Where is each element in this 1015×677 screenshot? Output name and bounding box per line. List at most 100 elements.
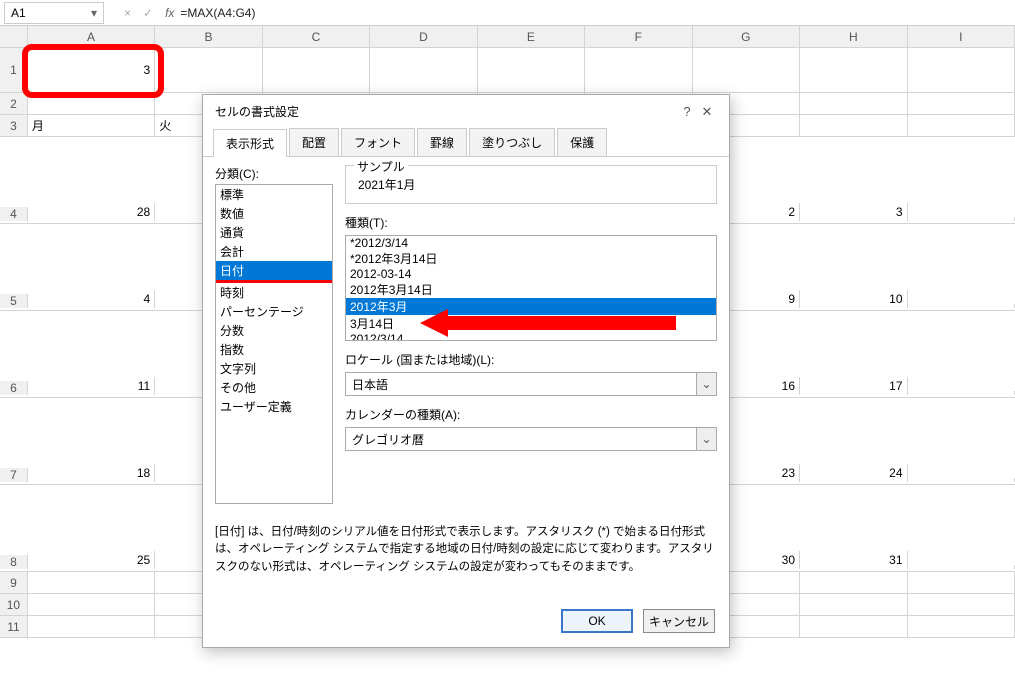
- cell-A3[interactable]: 月: [28, 115, 155, 136]
- tab-font[interactable]: フォント: [341, 128, 415, 156]
- tab-number-format[interactable]: 表示形式: [213, 129, 287, 157]
- formula-controls: × ✓ fx: [124, 6, 174, 20]
- column-headers: A B C D E F G H I: [0, 26, 1015, 48]
- tab-alignment[interactable]: 配置: [289, 128, 339, 156]
- formula-bar: A1 ▾ × ✓ fx =MAX(A4:G4): [0, 0, 1015, 26]
- cell-G1[interactable]: [693, 48, 800, 92]
- category-label: 分類(C):: [215, 165, 333, 182]
- dialog-help-icon[interactable]: ?: [677, 104, 697, 119]
- col-header-H[interactable]: H: [800, 26, 907, 47]
- col-header-G[interactable]: G: [693, 26, 800, 47]
- cancel-formula-icon[interactable]: ×: [124, 6, 131, 20]
- category-item-scientific[interactable]: 指数: [216, 340, 332, 359]
- cell-H1[interactable]: [800, 48, 907, 92]
- row-header-5[interactable]: 5: [0, 294, 28, 308]
- cell-D1[interactable]: [370, 48, 477, 92]
- cell-H6[interactable]: 17: [800, 377, 907, 395]
- category-item-standard[interactable]: 標準: [216, 185, 332, 204]
- calendar-label: カレンダーの種類(A):: [345, 406, 717, 423]
- row-header-4[interactable]: 4: [0, 207, 28, 221]
- cell-H4[interactable]: 3: [800, 203, 907, 221]
- row-header-9[interactable]: 9: [0, 572, 28, 593]
- dropdown-chevron-icon[interactable]: ⌄: [696, 373, 716, 395]
- cell-A6[interactable]: 11: [28, 377, 155, 395]
- col-header-F[interactable]: F: [585, 26, 692, 47]
- calendar-dropdown[interactable]: グレゴリオ暦 ⌄: [345, 427, 717, 451]
- cell-H5[interactable]: 10: [800, 290, 907, 308]
- type-item-6[interactable]: 2012/3/14: [346, 332, 716, 341]
- name-box[interactable]: A1 ▾: [4, 2, 104, 24]
- category-item-text[interactable]: 文字列: [216, 359, 332, 378]
- col-header-B[interactable]: B: [155, 26, 262, 47]
- row-header-8[interactable]: 8: [0, 555, 28, 569]
- cell-H8[interactable]: 31: [800, 551, 907, 569]
- col-header-E[interactable]: E: [478, 26, 585, 47]
- cell-A4[interactable]: 28: [28, 203, 155, 221]
- tab-border[interactable]: 罫線: [417, 128, 467, 156]
- category-item-currency[interactable]: 通貨: [216, 223, 332, 242]
- col-header-A[interactable]: A: [28, 26, 155, 47]
- type-list[interactable]: *2012/3/14 *2012年3月14日 2012-03-14 2012年3…: [345, 235, 717, 341]
- category-item-number[interactable]: 数値: [216, 204, 332, 223]
- row-header-10[interactable]: 10: [0, 594, 28, 615]
- type-item-3[interactable]: 2012年3月14日: [346, 281, 716, 298]
- row-header-3[interactable]: 3: [0, 115, 28, 136]
- category-item-percentage[interactable]: パーセンテージ: [216, 302, 332, 321]
- cell-A1[interactable]: 3: [28, 48, 155, 92]
- tab-fill[interactable]: 塗りつぶし: [469, 128, 555, 156]
- cell-A2[interactable]: [28, 93, 155, 114]
- category-list[interactable]: 標準 数値 通貨 会計 日付 時刻 パーセンテージ 分数 指数 文字列 その他 …: [215, 184, 333, 504]
- cell-B1[interactable]: [155, 48, 262, 92]
- row-header-11[interactable]: 11: [0, 616, 28, 637]
- category-item-accounting[interactable]: 会計: [216, 242, 332, 261]
- cell-A5[interactable]: 4: [28, 290, 155, 308]
- sample-label: サンプル: [354, 158, 408, 175]
- sample-group: サンプル 2021年1月: [345, 165, 717, 204]
- cell-I1[interactable]: [908, 48, 1015, 92]
- cell-A7[interactable]: 18: [28, 464, 155, 482]
- tab-protection[interactable]: 保護: [557, 128, 607, 156]
- col-header-D[interactable]: D: [370, 26, 477, 47]
- type-item-2[interactable]: 2012-03-14: [346, 267, 716, 281]
- fx-icon[interactable]: fx: [165, 6, 174, 20]
- dropdown-chevron-icon[interactable]: ⌄: [696, 428, 716, 450]
- category-item-fraction[interactable]: 分数: [216, 321, 332, 340]
- row-header-2[interactable]: 2: [0, 93, 28, 114]
- type-item-4[interactable]: 2012年3月: [346, 298, 716, 315]
- cell-F1[interactable]: [585, 48, 692, 92]
- locale-dropdown[interactable]: 日本語 ⌄: [345, 372, 717, 396]
- category-item-time[interactable]: 時刻: [216, 283, 332, 302]
- locale-value: 日本語: [346, 373, 696, 395]
- cancel-button[interactable]: キャンセル: [643, 609, 715, 633]
- type-item-1[interactable]: *2012年3月14日: [346, 250, 716, 267]
- name-box-value: A1: [11, 6, 26, 20]
- category-item-custom[interactable]: ユーザー定義: [216, 397, 332, 416]
- format-cells-dialog: セルの書式設定 ? ✕ 表示形式 配置 フォント 罫線 塗りつぶし 保護 分類(…: [202, 94, 730, 648]
- confirm-formula-icon[interactable]: ✓: [143, 6, 153, 20]
- dialog-tabs: 表示形式 配置 フォント 罫線 塗りつぶし 保護: [203, 128, 729, 157]
- category-item-special[interactable]: その他: [216, 378, 332, 397]
- ok-button[interactable]: OK: [561, 609, 633, 633]
- calendar-value: グレゴリオ暦: [346, 428, 696, 450]
- dialog-close-icon[interactable]: ✕: [697, 104, 717, 120]
- name-box-dropdown-icon[interactable]: ▾: [91, 6, 97, 20]
- col-header-C[interactable]: C: [263, 26, 370, 47]
- row-header-7[interactable]: 7: [0, 468, 28, 482]
- cell-E1[interactable]: [478, 48, 585, 92]
- dialog-buttons: OK キャンセル: [203, 599, 729, 647]
- row-header-1[interactable]: 1: [0, 48, 28, 92]
- type-item-0[interactable]: *2012/3/14: [346, 236, 716, 250]
- cell-C1[interactable]: [263, 48, 370, 92]
- select-all-corner[interactable]: [0, 26, 28, 47]
- sample-value: 2021年1月: [354, 172, 708, 193]
- row-1: 1 3: [0, 48, 1015, 93]
- formula-input[interactable]: =MAX(A4:G4): [174, 4, 1015, 22]
- row-header-6[interactable]: 6: [0, 381, 28, 395]
- cell-A8[interactable]: 25: [28, 551, 155, 569]
- type-label: 種類(T):: [345, 214, 717, 231]
- type-item-5[interactable]: 3月14日: [346, 315, 716, 332]
- cell-H7[interactable]: 24: [800, 464, 907, 482]
- format-note: [日付] は、日付/時刻のシリアル値を日付形式で表示します。アスタリスク (*)…: [215, 524, 717, 576]
- col-header-I[interactable]: I: [908, 26, 1015, 47]
- category-item-date[interactable]: 日付: [216, 261, 332, 283]
